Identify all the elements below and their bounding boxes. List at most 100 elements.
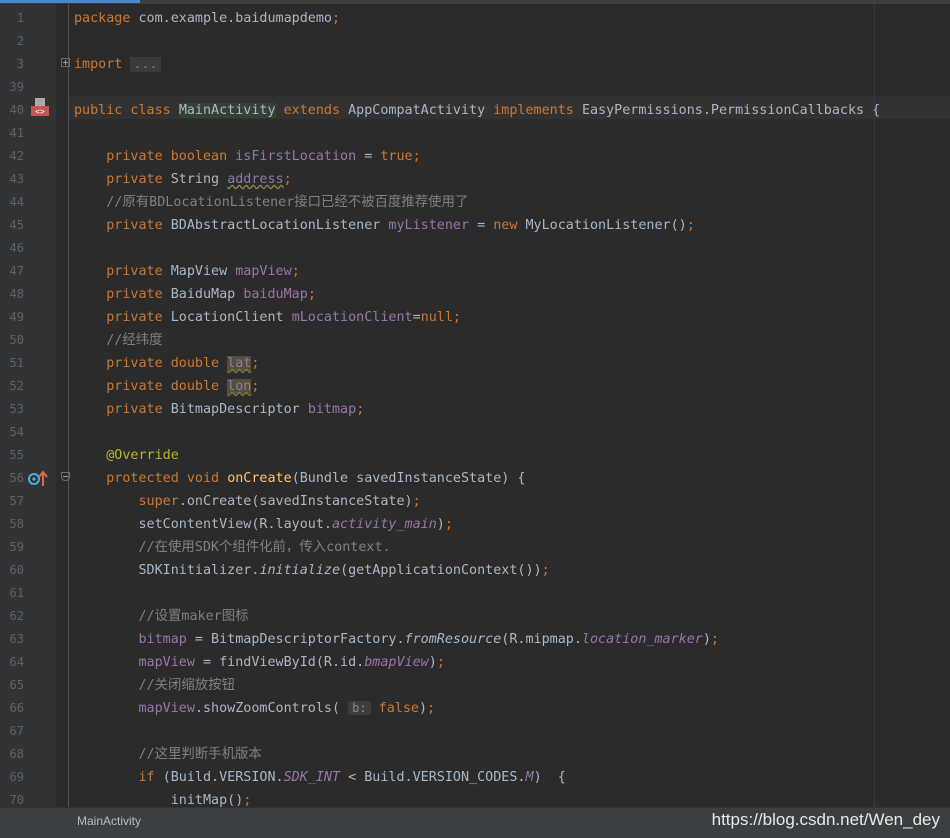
code-token: private — [74, 287, 171, 302]
line-number[interactable]: 61 — [0, 582, 24, 605]
line-number-gutter[interactable]: 1 2 3 39 40 41 42 43 44 45 46 47 48 49 50 51 52 53 54 55 56 5… — [0, 4, 56, 807]
code-token: ) — [418, 701, 428, 716]
line-number[interactable]: 49 — [0, 306, 24, 329]
line-number[interactable]: 64 — [0, 651, 24, 674]
code-token: ; — [291, 264, 300, 279]
code-line[interactable]: @Override — [74, 444, 179, 467]
code-token: = BitmapDescriptorFactory. — [186, 632, 405, 647]
line-number[interactable]: 46 — [0, 237, 24, 260]
code-line[interactable]: private double lat; — [74, 352, 259, 375]
code-token: protected void — [74, 471, 228, 486]
fold-import-icon[interactable] — [61, 58, 70, 67]
code-line[interactable]: super.onCreate(savedInstanceState); — [74, 490, 421, 513]
code-line[interactable]: private boolean isFirstLocation = true; — [74, 145, 420, 168]
code-token: private — [74, 310, 171, 325]
code-line[interactable]: private MapView mapView; — [74, 260, 300, 283]
code-token: ; — [307, 287, 316, 302]
line-number[interactable]: 1 — [0, 7, 24, 30]
line-number[interactable]: 66 — [0, 697, 24, 720]
code-token: //在使用SDK个组件化前，传入context. — [74, 540, 391, 555]
line-number[interactable]: 2 — [0, 30, 24, 53]
code-token: MapView — [170, 264, 236, 279]
code-token: if — [74, 770, 163, 785]
code-line[interactable]: initMap(); — [74, 789, 252, 807]
code-line[interactable]: private double lon; — [74, 375, 259, 398]
code-editor[interactable]: package com.example.baidumapdemo; import … — [68, 4, 950, 807]
code-line[interactable]: bitmap = BitmapDescriptorFactory.fromRes… — [74, 628, 719, 651]
code-token: LocationClient — [170, 310, 292, 325]
code-token: bitmap — [307, 402, 357, 417]
line-number[interactable]: 3 — [0, 53, 24, 76]
code-line[interactable]: package com.example.baidumapdemo; — [74, 7, 340, 30]
code-line[interactable]: mapView = findViewById(R.id.bmapView); — [74, 651, 445, 674]
line-number[interactable]: 58 — [0, 513, 24, 536]
line-number[interactable]: 39 — [0, 76, 24, 99]
code-line[interactable]: private LocationClient mLocationClient=n… — [74, 306, 461, 329]
code-token: ; — [427, 701, 436, 716]
code-token: ; — [412, 494, 421, 509]
code-token: lon — [227, 379, 252, 394]
line-number[interactable]: 41 — [0, 122, 24, 145]
line-number[interactable]: 67 — [0, 720, 24, 743]
line-number[interactable]: 40 — [0, 99, 24, 122]
implementation-marker-icon[interactable]: <> — [29, 97, 51, 118]
line-number[interactable]: 44 — [0, 191, 24, 214]
code-line[interactable]: //在使用SDK个组件化前，传入context. — [74, 536, 391, 559]
line-number[interactable]: 55 — [0, 444, 24, 467]
code-token: ; — [251, 379, 260, 394]
breadcrumb-file[interactable]: MainActivity — [77, 814, 141, 828]
code-token: initialize — [259, 563, 341, 578]
line-number[interactable]: 69 — [0, 766, 24, 789]
line-number[interactable]: 56 — [0, 467, 24, 490]
line-number[interactable]: 57 — [0, 490, 24, 513]
code-line[interactable]: //设置maker图标 — [74, 605, 248, 628]
code-line[interactable]: mapView.showZoomControls( b: false); — [74, 697, 435, 720]
line-number[interactable]: 60 — [0, 559, 24, 582]
line-number[interactable]: 42 — [0, 145, 24, 168]
line-number[interactable]: 68 — [0, 743, 24, 766]
code-token: implements — [493, 103, 582, 118]
code-line[interactable]: private BitmapDescriptor bitmap; — [74, 398, 364, 421]
line-number[interactable]: 52 — [0, 375, 24, 398]
code-token: ) — [702, 632, 711, 647]
code-line[interactable]: protected void onCreate(Bundle savedInst… — [74, 467, 525, 490]
code-line[interactable]: private String address; — [74, 168, 291, 191]
status-bar: MainActivity https://blog.csdn.net/Wen_d… — [0, 807, 950, 838]
code-line[interactable]: //经纬度 — [74, 329, 163, 352]
line-number[interactable]: 48 — [0, 283, 24, 306]
code-token: baiduMap — [243, 287, 308, 302]
code-line[interactable]: private BDAbstractLocationListener myLis… — [74, 214, 695, 237]
code-line[interactable]: //原有BDLocationListener接口已经不被百度推荐使用了 — [74, 191, 468, 214]
code-line[interactable]: if (Build.VERSION.SDK_INT < Build.VERSIO… — [74, 766, 565, 789]
line-number[interactable]: 50 — [0, 329, 24, 352]
code-line[interactable]: private BaiduMap baiduMap; — [74, 283, 316, 306]
line-number[interactable]: 47 — [0, 260, 24, 283]
code-token: initMap() — [74, 793, 244, 807]
code-line[interactable]: import ... — [74, 53, 161, 76]
line-number[interactable]: 59 — [0, 536, 24, 559]
code-token: mapView — [138, 655, 195, 670]
code-line[interactable]: //关闭缩放按钮 — [74, 674, 234, 697]
code-line[interactable]: SDKInitializer.initialize(getApplication… — [74, 559, 549, 582]
code-token: super — [74, 494, 179, 509]
line-number[interactable]: 51 — [0, 352, 24, 375]
line-number[interactable]: 63 — [0, 628, 24, 651]
line-number[interactable]: 45 — [0, 214, 24, 237]
override-method-icon[interactable] — [28, 469, 50, 487]
code-token: //经纬度 — [74, 333, 163, 348]
line-number[interactable]: 53 — [0, 398, 24, 421]
line-number[interactable]: 65 — [0, 674, 24, 697]
code-line[interactable]: public class MainActivity extends AppCom… — [74, 99, 880, 122]
line-number[interactable]: 54 — [0, 421, 24, 444]
code-token: ; — [331, 11, 341, 26]
code-token: SDK_INT — [283, 770, 341, 785]
code-token: ) — [436, 517, 445, 532]
code-token: mapView — [235, 264, 292, 279]
line-number[interactable]: 43 — [0, 168, 24, 191]
code-line[interactable]: setContentView(R.layout.activity_main); — [74, 513, 452, 536]
code-token: ; — [686, 218, 695, 233]
line-number[interactable]: 62 — [0, 605, 24, 628]
fold-method-icon[interactable] — [61, 472, 70, 481]
code-token: myListener — [388, 218, 470, 233]
code-line[interactable]: //这里判断手机版本 — [74, 743, 261, 766]
